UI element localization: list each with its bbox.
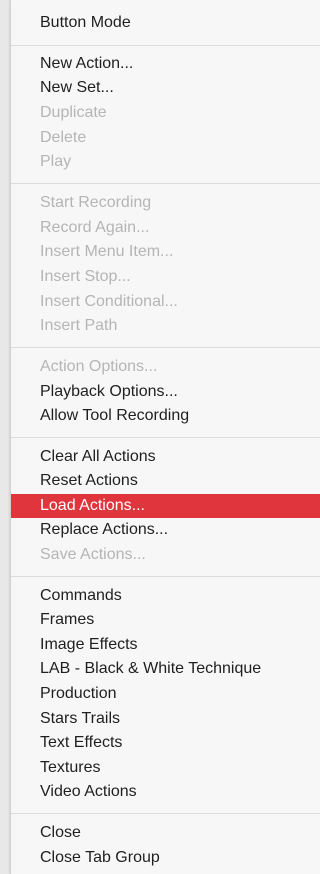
menu-item-delete: Delete — [40, 129, 87, 146]
menu-item-reset-actions[interactable]: Reset Actions — [11, 469, 320, 493]
menu-item-insert-conditional: Insert Conditional... — [40, 293, 178, 310]
menu-item-commands[interactable]: Commands — [11, 584, 320, 608]
menu-item-load-actions[interactable]: Load Actions... — [11, 494, 320, 518]
menu-item-insert-path: Insert Path — [40, 317, 118, 334]
menu-item-close[interactable]: Close — [11, 821, 320, 845]
menu-item-allow-tool-recording[interactable]: Allow Tool Recording — [11, 404, 320, 428]
menu-separator — [11, 45, 320, 46]
menu-item-production[interactable]: Production — [11, 682, 320, 706]
menu-item-replace-actions[interactable]: Replace Actions... — [11, 518, 320, 542]
menu-separator — [11, 437, 320, 438]
actions-panel-menu: Button Mode New Action... New Set... Dup… — [10, 0, 320, 874]
menu-item-clear-all-actions[interactable]: Clear All Actions — [11, 445, 320, 469]
menu-separator — [11, 347, 320, 348]
menu-item-video-actions[interactable]: Video Actions — [11, 780, 320, 804]
menu-item-new-set[interactable]: New Set... — [11, 76, 320, 100]
menu-item-close-tab-group[interactable]: Close Tab Group — [11, 846, 320, 870]
menu-item-frames[interactable]: Frames — [11, 608, 320, 632]
menu-item-action-options: Action Options... — [40, 358, 158, 375]
menu-item-playback-options[interactable]: Playback Options... — [11, 380, 320, 404]
menu-item-lab-black-white-technique[interactable]: LAB - Black & White Technique — [11, 657, 320, 681]
menu-separator — [11, 813, 320, 814]
menu-item-new-action[interactable]: New Action... — [11, 52, 320, 76]
menu-item-play: Play — [40, 153, 72, 170]
menu-item-record-again: Record Again... — [40, 219, 150, 236]
menu-item-image-effects[interactable]: Image Effects — [11, 633, 320, 657]
menu-item-insert-menu-item: Insert Menu Item... — [40, 243, 174, 260]
menu-separator — [11, 183, 320, 184]
menu-item-text-effects[interactable]: Text Effects — [11, 731, 320, 755]
menu-separator — [11, 576, 320, 577]
menu-item-button-mode[interactable]: Button Mode — [11, 11, 320, 35]
menu-item-textures[interactable]: Textures — [11, 756, 320, 780]
menu-item-save-actions: Save Actions... — [40, 546, 146, 563]
menu-item-insert-stop: Insert Stop... — [40, 268, 131, 285]
menu-item-stars-trails[interactable]: Stars Trails — [11, 707, 320, 731]
menu-item-duplicate: Duplicate — [40, 104, 107, 121]
menu-item-start-recording: Start Recording — [40, 194, 152, 211]
